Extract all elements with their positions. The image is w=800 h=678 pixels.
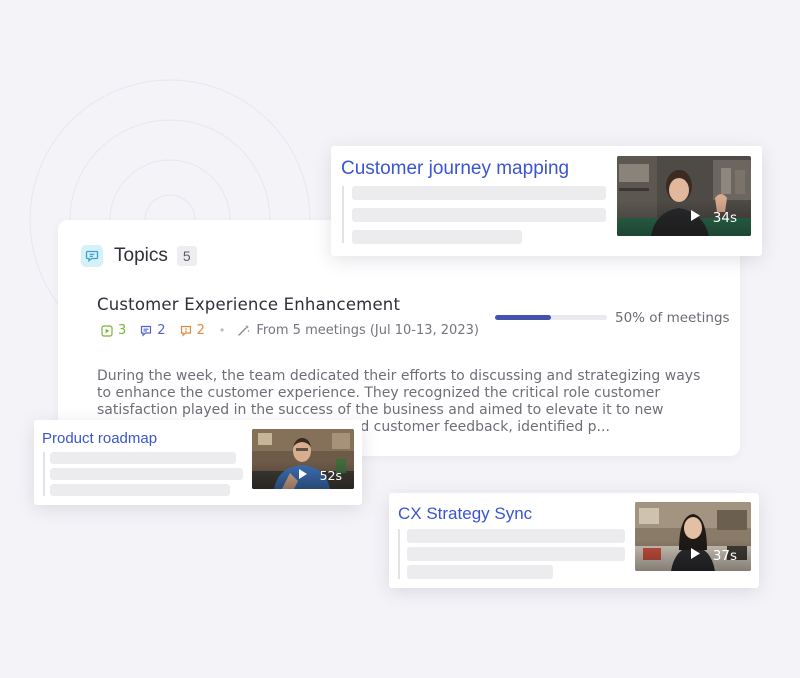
clip-card-customer-journey-mapping[interactable]: Customer journey mapping 34s — [331, 146, 762, 256]
video-stat[interactable]: 3 — [101, 323, 126, 338]
text-placeholder — [407, 529, 625, 543]
quote-rule — [43, 452, 45, 496]
clip-card-product-roadmap[interactable]: Product roadmap 52s — [34, 420, 362, 505]
duration-text: 34s — [712, 209, 737, 226]
sparkle-icon — [238, 325, 250, 336]
text-placeholder — [352, 186, 606, 200]
meeting-source-text: From 5 meetings (Jul 10-13, 2023) — [256, 323, 479, 338]
play-icon[interactable] — [690, 209, 701, 226]
meetings-progress-label: 50% of meetings — [615, 310, 730, 326]
text-placeholder — [352, 230, 522, 244]
question-stat-icon — [180, 325, 191, 337]
text-placeholder — [407, 565, 553, 579]
video-thumbnail[interactable]: 37s — [635, 502, 751, 571]
play-icon[interactable] — [298, 468, 308, 483]
comment-stat-icon — [141, 325, 152, 337]
video-duration: 37s — [690, 547, 737, 564]
video-stat-count: 3 — [118, 323, 127, 338]
question-stat-count: 2 — [196, 323, 205, 338]
quote-rule — [398, 529, 400, 579]
meetings-progress-bar — [495, 315, 607, 320]
duration-text: 52s — [319, 468, 342, 483]
meeting-source: From 5 meetings (Jul 10-13, 2023) — [237, 323, 479, 338]
topics-icon — [81, 245, 103, 267]
meta-separator-dot: • — [218, 324, 226, 337]
topic-meta: 3 2 2 • From 5 meetings (Jul 10-13, 2023… — [101, 323, 479, 338]
text-placeholder — [407, 547, 625, 561]
quote-rule — [342, 186, 344, 243]
video-thumbnail[interactable]: 52s — [252, 429, 354, 489]
text-placeholder — [50, 452, 236, 464]
clip-title[interactable]: Product roadmap — [42, 430, 157, 447]
topics-title: Topics — [114, 245, 168, 266]
topics-count-badge: 5 — [176, 246, 197, 266]
comment-stat-count: 2 — [157, 323, 166, 338]
clip-title[interactable]: Customer journey mapping — [341, 158, 569, 180]
meetings-progress-fill — [495, 315, 551, 320]
text-placeholder — [352, 208, 606, 222]
topic-name[interactable]: Customer Experience Enhancement — [97, 295, 400, 314]
video-thumbnail[interactable]: 34s — [617, 156, 751, 236]
text-placeholder — [50, 468, 243, 480]
duration-text: 37s — [712, 547, 737, 564]
video-duration: 52s — [298, 468, 342, 483]
video-duration: 34s — [690, 209, 737, 226]
video-stat-icon — [101, 324, 113, 337]
clip-title[interactable]: CX Strategy Sync — [398, 504, 532, 524]
comment-stat[interactable]: 2 — [140, 323, 166, 338]
play-icon[interactable] — [690, 547, 701, 564]
clip-card-cx-strategy-sync[interactable]: CX Strategy Sync 37s — [389, 493, 759, 588]
question-stat[interactable]: 2 — [180, 323, 205, 338]
topics-header: Topics 5 — [81, 245, 197, 267]
text-placeholder — [50, 484, 230, 496]
